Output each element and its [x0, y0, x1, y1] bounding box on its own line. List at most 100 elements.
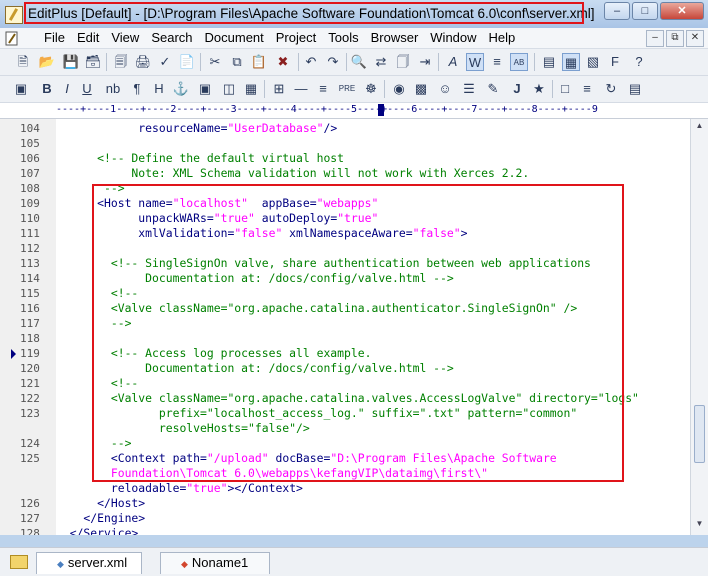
- refresh-icon[interactable]: ↻: [602, 80, 620, 98]
- editplus-app-icon[interactable]: [5, 6, 23, 24]
- css-icon[interactable]: ☰: [460, 80, 478, 98]
- nbsp-button[interactable]: nb: [104, 80, 122, 98]
- table-icon[interactable]: ⊞: [270, 80, 288, 98]
- tab-server-xml[interactable]: ◆ server.xml: [36, 552, 142, 574]
- scroll-down-icon[interactable]: ▼: [693, 519, 706, 533]
- minimize-button[interactable]: –: [604, 2, 630, 20]
- frame-icon[interactable]: ◫: [220, 80, 238, 98]
- find-icon[interactable]: 🔍: [350, 53, 368, 71]
- browser-preview-icon[interactable]: 📄: [178, 53, 196, 71]
- directory-window-icon[interactable]: ▦: [562, 53, 580, 71]
- line-number: 106: [20, 152, 40, 165]
- tab-noname1[interactable]: ◆ Noname1: [160, 552, 270, 574]
- open-folder-icon[interactable]: 📂: [38, 53, 56, 71]
- copy-icon[interactable]: ⧉: [228, 53, 246, 71]
- redo-icon[interactable]: ↷: [324, 53, 342, 71]
- menu-tools[interactable]: Tools: [322, 30, 364, 46]
- menu-document[interactable]: Document: [199, 30, 270, 46]
- fullscreen-icon[interactable]: F: [606, 53, 624, 71]
- save-icon[interactable]: 💾: [62, 53, 80, 71]
- line-number: 115: [20, 287, 40, 300]
- special-char-icon[interactable]: ▩: [412, 80, 430, 98]
- ruler-caret: [378, 104, 384, 116]
- spell-check-icon[interactable]: ✓: [156, 53, 174, 71]
- italic-button[interactable]: I: [58, 80, 76, 98]
- html-toolbar-icon[interactable]: ≡: [578, 80, 596, 98]
- bold-button[interactable]: B: [38, 80, 56, 98]
- code-line[interactable]: 128 </Service>: [0, 526, 690, 535]
- code-line[interactable]: 105: [0, 136, 690, 151]
- emoticon-icon[interactable]: ☺: [436, 80, 454, 98]
- java-applet-icon[interactable]: ★: [530, 80, 548, 98]
- line-number: 123: [20, 407, 40, 420]
- code-line[interactable]: 104 resourceName="UserDatabase"/>: [0, 121, 690, 136]
- menu-search[interactable]: Search: [145, 30, 198, 46]
- browser-window-icon[interactable]: ▣: [12, 80, 30, 98]
- line-number: 112: [20, 242, 40, 255]
- menu-browser[interactable]: Browser: [365, 30, 425, 46]
- scroll-thumb[interactable]: [694, 405, 705, 463]
- code-line[interactable]: 106 <!-- Define the default virtual host: [0, 151, 690, 166]
- folder-icon[interactable]: [10, 555, 28, 569]
- paste-icon[interactable]: 📋: [250, 53, 268, 71]
- cliptext-window-icon[interactable]: ▤: [540, 53, 558, 71]
- output-window-icon[interactable]: ▧: [584, 53, 602, 71]
- print-preview-icon[interactable]: 🗐: [112, 53, 130, 71]
- doc-minimize-button[interactable]: –: [646, 30, 664, 47]
- anchor-icon[interactable]: ⚓: [172, 80, 190, 98]
- doc-close-button[interactable]: ✕: [686, 30, 704, 47]
- menu-project[interactable]: Project: [270, 30, 322, 46]
- code-icon[interactable]: ✎: [484, 80, 502, 98]
- insert-tag-icon[interactable]: □: [556, 80, 574, 98]
- save-all-icon[interactable]: 🗃: [84, 53, 102, 71]
- underline-button[interactable]: U: [78, 80, 96, 98]
- document-icon[interactable]: [4, 31, 18, 46]
- column-select-icon[interactable]: AB: [510, 53, 528, 71]
- ruler-scale: ----+----1----+----2----+----3----+----4…: [56, 104, 598, 115]
- image-icon[interactable]: ▣: [196, 80, 214, 98]
- close-button[interactable]: ✕: [660, 2, 704, 20]
- comment-icon[interactable]: ☸: [362, 80, 380, 98]
- pre-icon[interactable]: PRE: [338, 80, 356, 98]
- paragraph-button[interactable]: ¶: [128, 80, 146, 98]
- cut-icon[interactable]: ✂: [206, 53, 224, 71]
- print-icon[interactable]: 🖨: [134, 53, 152, 71]
- indent-guide-icon[interactable]: ≡: [488, 53, 506, 71]
- list-icon[interactable]: ≡: [314, 80, 332, 98]
- find-in-files-icon[interactable]: 🗍: [394, 53, 412, 71]
- word-wrap-icon[interactable]: W: [466, 53, 484, 71]
- undo-icon[interactable]: ↶: [302, 53, 320, 71]
- help-icon[interactable]: ?: [630, 53, 648, 71]
- replace-icon[interactable]: ⇄: [372, 53, 390, 71]
- xml-file-icon: ◆: [57, 559, 64, 569]
- menu-edit[interactable]: Edit: [71, 30, 105, 46]
- code-line[interactable]: reloadable="true"></Context>: [0, 481, 690, 496]
- doc-restore-button[interactable]: ⧉: [666, 30, 684, 47]
- goto-line-icon[interactable]: ⇥: [416, 53, 434, 71]
- menu-file[interactable]: File: [38, 30, 71, 46]
- browser-icon[interactable]: ▤: [626, 80, 644, 98]
- menu-help[interactable]: Help: [483, 30, 522, 46]
- javascript-button[interactable]: J: [508, 80, 526, 98]
- vertical-scrollbar[interactable]: ▲ ▼: [690, 119, 708, 535]
- text-file-icon: ◆: [181, 559, 188, 569]
- new-file-icon[interactable]: 🗎: [14, 53, 32, 71]
- highlight-box: [92, 184, 624, 482]
- menu-window[interactable]: Window: [424, 30, 482, 46]
- line-number: 121: [20, 377, 40, 390]
- maximize-button[interactable]: □: [632, 2, 658, 20]
- code-token: Note: XML Schema validation will not wor…: [56, 166, 530, 180]
- hr-icon[interactable]: ―: [292, 80, 310, 98]
- code-line[interactable]: 127 </Engine>: [0, 511, 690, 526]
- code-token: />: [323, 121, 338, 135]
- current-line-marker-icon: [11, 349, 16, 359]
- code-line[interactable]: 107 Note: XML Schema validation will not…: [0, 166, 690, 181]
- code-line[interactable]: 126 </Host>: [0, 496, 690, 511]
- font-icon[interactable]: A: [444, 53, 462, 71]
- form-icon[interactable]: ▦: [242, 80, 260, 98]
- menu-view[interactable]: View: [105, 30, 145, 46]
- html-color-icon[interactable]: ◉: [390, 80, 408, 98]
- scroll-up-icon[interactable]: ▲: [693, 121, 706, 135]
- heading-button[interactable]: H: [150, 80, 168, 98]
- delete-icon[interactable]: ✖: [274, 53, 292, 71]
